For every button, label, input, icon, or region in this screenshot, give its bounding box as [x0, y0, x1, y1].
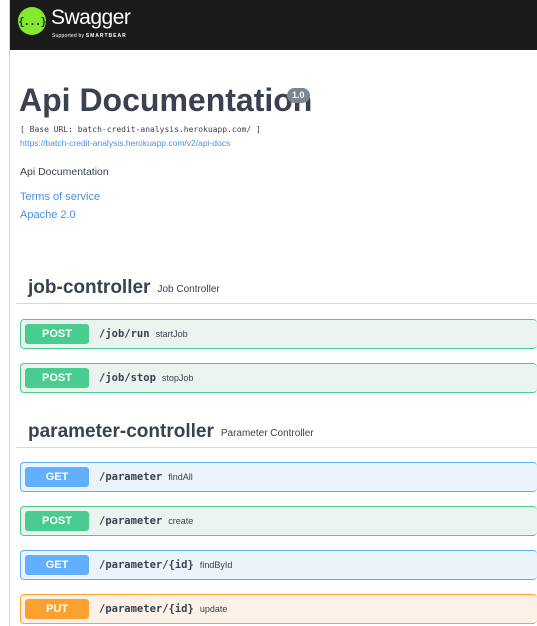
- operation-post-job-run[interactable]: POST /job/run startJob: [20, 319, 537, 349]
- brand-name[interactable]: Swagger: [51, 6, 131, 30]
- operation-summary: update: [199, 604, 228, 614]
- base-url: [ Base URL: batch-credit-analysis.heroku…: [20, 125, 261, 134]
- operation-summary: findAll: [168, 472, 193, 482]
- operation-get-parameter-id[interactable]: GET /parameter/{id} findById: [20, 550, 537, 580]
- tag-name: parameter-controller: [28, 421, 214, 442]
- license-link[interactable]: Apache 2.0: [20, 209, 76, 221]
- brand-subtitle: Supported by SMARTBEAR: [52, 33, 127, 39]
- operation-summary: findById: [199, 560, 233, 570]
- method-badge: GET: [25, 467, 89, 487]
- operation-post-job-stop[interactable]: POST /job/stop stopJob: [20, 363, 537, 393]
- topbar: {...} Swagger Supported by SMARTBEAR: [10, 0, 537, 50]
- tag-description: Parameter Controller: [220, 428, 314, 439]
- brand-sub-prefix: Supported by: [52, 33, 85, 39]
- operation-summary: create: [168, 516, 194, 526]
- api-description: Api Documentation: [20, 166, 109, 178]
- operation-path: /parameter: [99, 471, 163, 483]
- operation-path: /job/stop: [99, 372, 156, 384]
- version-badge: 1.0: [287, 88, 310, 103]
- operation-get-parameter[interactable]: GET /parameter findAll: [20, 462, 537, 492]
- tag-parameter-controller[interactable]: parameter-controller Parameter Controlle…: [16, 417, 537, 448]
- tag-name: job-controller: [28, 277, 151, 298]
- method-badge: PUT: [25, 599, 89, 619]
- tag-job-controller[interactable]: job-controller Job Controller: [16, 273, 537, 304]
- operation-put-parameter-id[interactable]: PUT /parameter/{id} update: [20, 594, 537, 624]
- operation-path: /parameter: [99, 515, 163, 527]
- method-badge: GET: [25, 555, 89, 575]
- operation-summary: startJob: [155, 329, 188, 339]
- operation-path: /job/run: [99, 328, 150, 340]
- brand-sub-name: SMARTBEAR: [85, 33, 127, 39]
- method-badge: POST: [25, 368, 89, 388]
- tag-description: Job Controller: [157, 284, 220, 295]
- window-edge: [9, 0, 10, 626]
- swagger-logo-icon[interactable]: {...}: [17, 7, 47, 35]
- operation-path: /parameter/{id}: [99, 559, 194, 571]
- operation-post-parameter[interactable]: POST /parameter create: [20, 506, 537, 536]
- method-badge: POST: [25, 324, 89, 344]
- operation-summary: stopJob: [161, 373, 194, 383]
- api-docs-link[interactable]: https://batch-credit-analysis.herokuapp.…: [20, 138, 230, 148]
- operation-path: /parameter/{id}: [99, 603, 194, 615]
- api-title: Api Documentation: [19, 82, 313, 118]
- method-badge: POST: [25, 511, 89, 531]
- logo-glyph: {...}: [17, 14, 47, 28]
- terms-of-service-link[interactable]: Terms of service: [20, 191, 100, 203]
